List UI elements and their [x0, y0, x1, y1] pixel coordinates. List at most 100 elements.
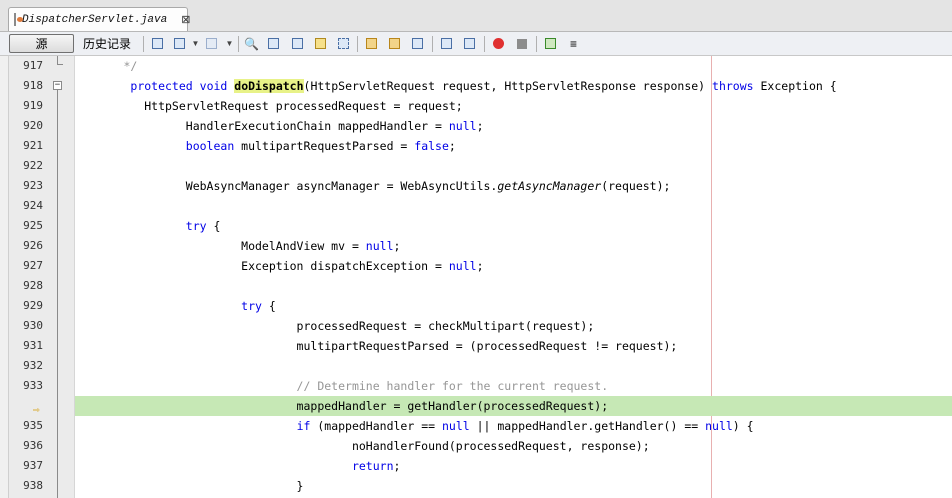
code-text: ModelAndView mv = null;: [75, 239, 401, 253]
code-line-938: 938 }: [0, 476, 952, 496]
code-text: protected void doDispatch(HttpServletReq…: [75, 76, 952, 96]
toggle-rect-selection-icon[interactable]: [336, 36, 351, 51]
line-number: 925: [23, 219, 43, 232]
file-tab-label: DispatcherServlet.java: [22, 13, 168, 26]
shift-left-icon[interactable]: [439, 36, 454, 51]
find-icon[interactable]: 🔍: [244, 36, 259, 51]
line-number: 918: [23, 79, 43, 92]
keyword: throws: [712, 79, 754, 93]
code-text: multipartRequestParsed = (processedReque…: [75, 339, 678, 353]
code-fragment: (mappedHandler ==: [310, 419, 442, 433]
code-fragment: {: [261, 299, 276, 313]
toolbar-separator: [484, 36, 485, 52]
method-params: (HttpServletRequest request, HttpServlet…: [303, 79, 713, 93]
code-text: Exception dispatchException = null;: [75, 259, 484, 273]
code-fragment: ) {: [732, 419, 754, 433]
source-view-button[interactable]: 源: [9, 34, 74, 53]
java-file-icon: [14, 13, 23, 26]
next-bookmark-icon[interactable]: [387, 36, 402, 51]
line-number: 917: [23, 59, 43, 72]
code-line-928: 928: [0, 276, 952, 296]
code-text: HandlerExecutionChain mappedHandler = nu…: [75, 119, 484, 133]
shift-right-icon[interactable]: [462, 36, 477, 51]
previous-bookmark-icon[interactable]: [364, 36, 379, 51]
code-line-929: 929 try {: [0, 296, 952, 316]
code-line-924: 924: [0, 196, 952, 216]
code-line-918: 918 − protected void doDispatch(HttpServ…: [0, 76, 952, 96]
toggle-highlight-icon[interactable]: [313, 36, 328, 51]
code-line-920: 920 HandlerExecutionChain mappedHandler …: [0, 116, 952, 136]
comment-icon[interactable]: ≡: [566, 36, 581, 51]
editor-tab-bar: DispatcherServlet.java ⊠: [0, 0, 952, 32]
code-text: try {: [75, 296, 952, 316]
forward-dropdown-icon[interactable]: ▼: [222, 36, 237, 51]
code-line-931: 931 multipartRequestParsed = (processedR…: [0, 336, 952, 356]
check-file-icon[interactable]: [543, 36, 558, 51]
toolbar-separator: [536, 36, 537, 52]
keyword: try: [241, 299, 262, 313]
keyword: if: [296, 419, 311, 433]
code-line-922: 922: [0, 156, 952, 176]
code-fragment: || mappedHandler.getHandler() ==: [469, 419, 706, 433]
code-fragment: WebAsyncManager asyncManager = WebAsyncU…: [185, 179, 498, 193]
stop-macro-icon[interactable]: [514, 36, 529, 51]
back-icon[interactable]: [172, 36, 187, 51]
keyword: void: [199, 79, 228, 93]
code-text: mappedHandler = getHandler(processedRequ…: [75, 396, 952, 416]
line-number: 936: [23, 439, 43, 452]
code-line-934-current: ⇨ mappedHandler = getHandler(processedRe…: [0, 396, 952, 416]
code-line-926: 926 ModelAndView mv = null;: [0, 236, 952, 256]
line-number: 931: [23, 339, 43, 352]
toolbar-separator: [238, 36, 239, 52]
line-number: 924: [23, 199, 43, 212]
code-text: */: [75, 59, 138, 73]
keyword: protected: [130, 79, 193, 93]
line-number: 927: [23, 259, 43, 272]
find-next-icon[interactable]: [290, 36, 305, 51]
line-number: 932: [23, 359, 43, 372]
start-macro-icon[interactable]: [491, 36, 506, 51]
forward-icon[interactable]: [204, 36, 219, 51]
method-name: doDispatch: [234, 79, 304, 93]
back-dropdown-icon[interactable]: ▼: [188, 36, 203, 51]
code-line-937: 937 return;: [0, 456, 952, 476]
code-text: }: [75, 479, 304, 493]
toolbar-separator: [432, 36, 433, 52]
keyword: false: [414, 139, 449, 153]
keyword: return: [351, 459, 394, 473]
code-line-919: 919 HttpServletRequest processedRequest …: [0, 96, 952, 116]
code-line-936: 936 noHandlerFound(processedRequest, res…: [0, 436, 952, 456]
code-line-923: 923 WebAsyncManager asyncManager = WebAs…: [0, 176, 952, 196]
find-previous-icon[interactable]: [266, 36, 281, 51]
fold-collapse-icon[interactable]: −: [53, 81, 62, 90]
file-tab[interactable]: DispatcherServlet.java ⊠: [8, 7, 190, 31]
static-method: getAsyncManager: [497, 179, 602, 193]
code-text: processedRequest = checkMultipart(reques…: [75, 319, 595, 333]
toolbar-separator: [357, 36, 358, 52]
line-number: 926: [23, 239, 43, 252]
code-line-921: 921 boolean multipartRequestParsed = fal…: [0, 136, 952, 156]
code-line-933: 933 // Determine handler for the current…: [0, 376, 952, 396]
code-line-935: 935 if (mappedHandler == null || mappedH…: [0, 416, 952, 436]
history-view-button[interactable]: 历史记录: [78, 34, 136, 53]
code-text: if (mappedHandler == null || mappedHandl…: [75, 416, 952, 436]
code-fragment: {: [206, 219, 221, 233]
code-text: boolean multipartRequestParsed = false;: [185, 139, 456, 153]
line-number: 920: [23, 119, 43, 132]
toggle-bookmark-icon[interactable]: [410, 36, 425, 51]
editor-toolbar: 源 历史记录 ▼ ▼ 🔍 ≡: [0, 32, 952, 56]
keyword: null: [441, 419, 470, 433]
code-line-927: 927 Exception dispatchException = null;: [0, 256, 952, 276]
code-fragment: (request);: [601, 179, 671, 193]
close-tab-icon[interactable]: ⊠: [181, 13, 190, 26]
code-line-930: 930 processedRequest = checkMultipart(re…: [0, 316, 952, 336]
last-edit-icon[interactable]: [150, 36, 165, 51]
keyword: null: [448, 119, 477, 133]
code-editor[interactable]: 917 */ 918 − protected void doDispatch(H…: [0, 56, 952, 498]
code-line-932: 932: [0, 356, 952, 376]
keyword: null: [705, 419, 733, 433]
toolbar-separator: [143, 36, 144, 52]
line-number: 919: [23, 99, 43, 112]
line-number: 933: [23, 379, 43, 392]
code-text: return;: [75, 456, 952, 476]
